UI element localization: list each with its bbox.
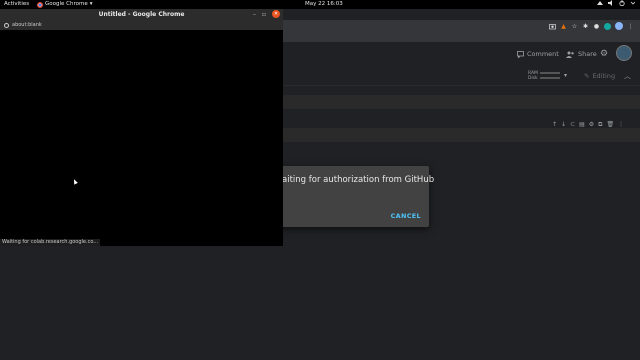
more-icon[interactable]: ⋮: [627, 23, 634, 30]
comment-icon: [517, 50, 524, 58]
chevron-up-icon[interactable]: ︿: [624, 71, 631, 81]
activities-button[interactable]: Activities: [4, 0, 29, 9]
editing-label: Editing: [592, 72, 616, 80]
cancel-button[interactable]: CANCEL: [391, 212, 421, 220]
extension-icons: ▲ ☆ ✱ ● ⋮: [549, 22, 634, 30]
system-tray[interactable]: [597, 0, 636, 7]
extension-icon[interactable]: [604, 22, 611, 30]
window-controls: – ▫ ✕: [253, 10, 280, 18]
user-avatar[interactable]: [616, 45, 632, 61]
power-icon: [619, 0, 625, 7]
close-icon[interactable]: ✕: [272, 10, 280, 18]
minimize-icon[interactable]: –: [253, 11, 256, 18]
popup-page-content[interactable]: [0, 30, 283, 246]
editing-mode-button[interactable]: ✎ Editing: [584, 72, 615, 80]
app-menu[interactable]: Google Chrome ▾: [37, 0, 92, 9]
people-icon: [566, 51, 574, 58]
url-text: about:blank: [12, 22, 42, 28]
info-icon[interactable]: [4, 23, 9, 28]
star-icon[interactable]: ☆: [571, 23, 578, 30]
system-top-bar: Activities Google Chrome ▾ May 22 16:03: [0, 0, 640, 9]
share-button[interactable]: Share: [566, 50, 597, 58]
clock[interactable]: May 22 16:03: [305, 0, 343, 9]
puzzle-icon[interactable]: ✱: [582, 23, 589, 30]
chevron-down-icon: ▾: [89, 1, 93, 7]
screenshot-extension-icon[interactable]: [549, 23, 556, 30]
popup-browser-window: Untitled - Google Chrome – ▫ ✕ about:bla…: [0, 9, 283, 246]
share-label: Share: [578, 50, 597, 58]
disk-bar: [539, 76, 560, 79]
comment-button[interactable]: Comment: [517, 50, 559, 58]
network-icon: [597, 0, 603, 6]
chevron-down-icon[interactable]: ▾: [564, 72, 567, 79]
chevron-down-icon: [630, 0, 636, 6]
volume-icon: [608, 0, 614, 6]
window-titlebar[interactable]: Untitled - Google Chrome – ▫ ✕: [0, 9, 283, 21]
extension-icon[interactable]: ▲: [560, 23, 567, 30]
comment-label: Comment: [527, 50, 559, 58]
resource-monitor[interactable]: RAM Disk: [528, 71, 560, 81]
ram-bar: [539, 71, 560, 74]
profile-avatar[interactable]: [615, 22, 623, 30]
settings-gear-icon[interactable]: ⚙: [600, 49, 608, 59]
chrome-icon: [37, 1, 43, 8]
github-extension-icon[interactable]: ●: [593, 23, 600, 30]
app-menu-label: Google Chrome: [45, 1, 88, 7]
window-title: Untitled - Google Chrome: [98, 11, 185, 18]
status-bubble: Waiting for colab.research.google.co...: [0, 239, 101, 246]
pencil-icon: ✎: [584, 72, 590, 80]
disk-label: Disk: [528, 76, 538, 81]
maximize-icon[interactable]: ▫: [262, 11, 266, 18]
popup-url-bar[interactable]: about:blank: [0, 21, 283, 30]
dialog-message: aiting for authorization from GitHub: [282, 175, 435, 185]
authorization-dialog: aiting for authorization from GitHub CAN…: [259, 166, 434, 227]
